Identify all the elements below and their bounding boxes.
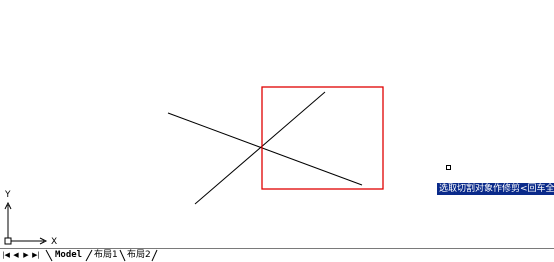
tab-model[interactable]: Model bbox=[55, 249, 82, 261]
layout-tab-bar: |◀ ◀ ▶ ▶| Model 布局1 布局2 bbox=[0, 248, 554, 262]
pickbox-cursor bbox=[446, 165, 451, 170]
tab-layout-1[interactable]: 布局1 bbox=[94, 249, 118, 261]
ucs-y-label: Y bbox=[4, 190, 11, 200]
line-entity-descending[interactable] bbox=[167, 112, 363, 186]
ucs-icon bbox=[4, 201, 48, 245]
command-prompt-tooltip: 选取切割对象作修剪<回车全选> bbox=[437, 183, 554, 195]
selection-window bbox=[261, 86, 384, 190]
tab-layout-2[interactable]: 布局2 bbox=[127, 249, 151, 261]
ucs-x-label: X bbox=[51, 237, 57, 247]
line-entity-ascending[interactable] bbox=[194, 91, 326, 205]
drawing-canvas[interactable]: Y X bbox=[0, 0, 554, 248]
